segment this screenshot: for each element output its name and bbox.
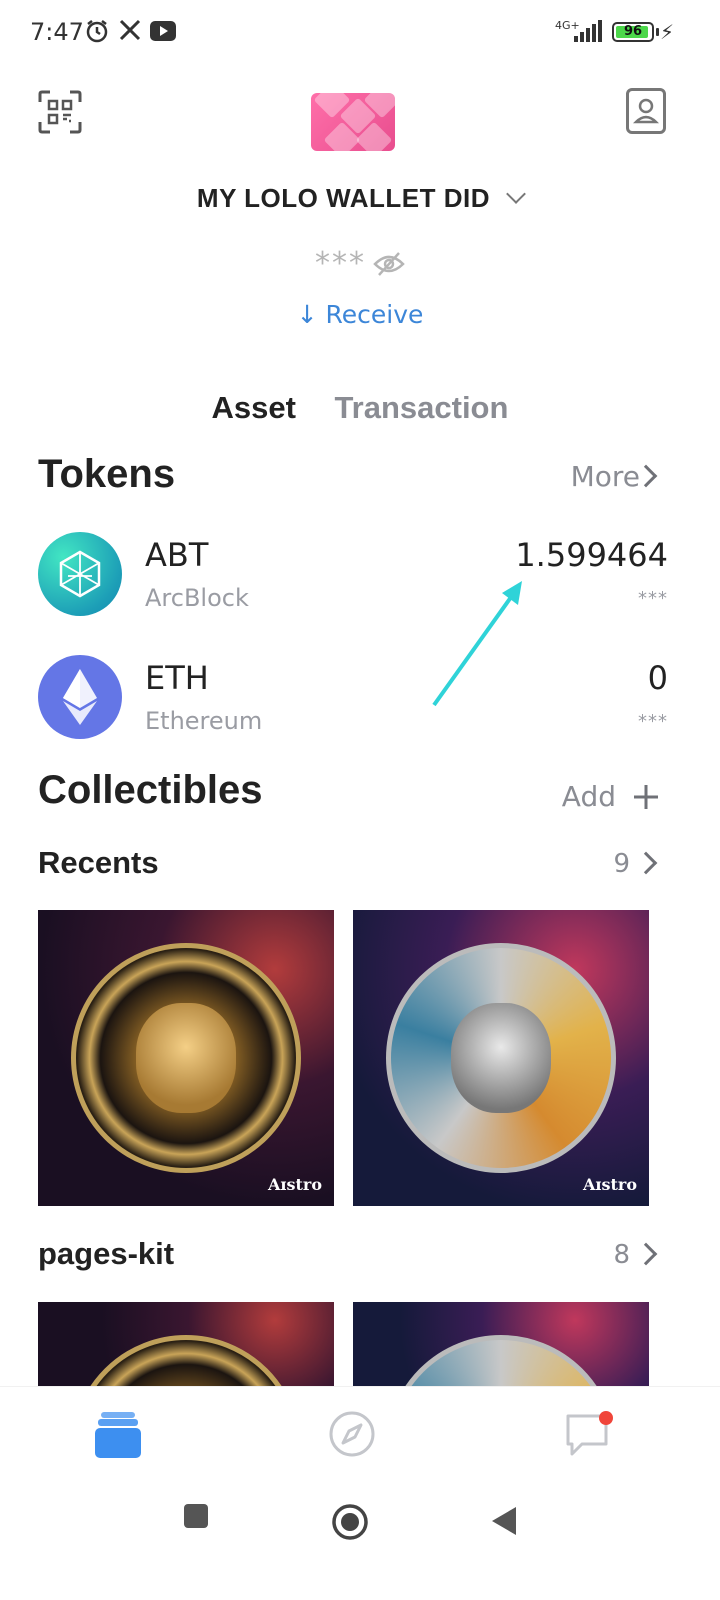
wallet-name: MY LOLO WALLET DID (196, 183, 490, 213)
balance-toggle[interactable]: *** (0, 246, 720, 281)
collectible-card[interactable] (38, 1302, 334, 1392)
qr-scan-icon[interactable] (38, 90, 82, 134)
tab-asset[interactable]: Asset (212, 390, 296, 426)
token-row-abt[interactable]: ABT ArcBlock 1.599464 *** (38, 532, 668, 622)
token-symbol: ETH (145, 659, 209, 697)
collectible-card[interactable]: Aɪstro (353, 910, 649, 1206)
recent-apps-icon[interactable] (182, 1502, 210, 1530)
signal-icon (574, 20, 602, 42)
home-icon[interactable] (331, 1503, 369, 1541)
group-pages-kit-heading: pages-kit (38, 1236, 175, 1271)
token-name: Ethereum (145, 707, 263, 735)
eye-off-icon[interactable] (373, 251, 405, 277)
token-fiat-masked: *** (638, 588, 668, 609)
tokens-heading: Tokens (38, 452, 176, 496)
tab-transaction[interactable]: Transaction (334, 390, 508, 426)
x-logo-icon (119, 19, 141, 41)
charging-icon: ⚡ (660, 20, 675, 44)
annotation-arrow (432, 581, 522, 707)
nft-image (386, 943, 616, 1173)
battery-level: 96 (623, 24, 643, 39)
compass-icon[interactable] (328, 1410, 376, 1458)
wallet-icon[interactable] (95, 1408, 141, 1460)
youtube-icon (150, 21, 176, 41)
collectible-card[interactable]: Aɪstro (38, 910, 334, 1206)
balance-masked: *** (314, 246, 366, 281)
nft-brand-label: Aɪstro (268, 1175, 322, 1194)
wallet-avatar[interactable] (311, 93, 395, 151)
ethereum-logo-icon (38, 655, 122, 739)
chevron-right-icon[interactable] (634, 1242, 658, 1266)
status-time: 7:47 (30, 18, 84, 46)
nft-brand-label: Aɪstro (583, 1175, 637, 1194)
nft-image (386, 1335, 616, 1392)
chevron-right-icon[interactable] (634, 851, 658, 875)
asset-tabs: Asset Transaction (0, 390, 720, 426)
battery-nub (656, 28, 659, 36)
collectibles-add-link[interactable]: Add (562, 780, 616, 813)
arcblock-logo-icon (38, 532, 122, 616)
receive-button[interactable]: ↓ Receive (0, 300, 720, 329)
collectibles-heading: Collectibles (38, 768, 263, 812)
chat-icon[interactable] (564, 1408, 614, 1458)
token-row-eth[interactable]: ETH Ethereum 0 *** (38, 655, 668, 745)
token-amount: 1.599464 (515, 536, 668, 574)
profile-icon[interactable] (626, 88, 666, 134)
alarm-icon (86, 20, 108, 43)
wallet-selector[interactable]: MY LOLO WALLET DID (0, 183, 720, 219)
group-recents-count[interactable]: 9 (613, 849, 630, 879)
token-symbol: ABT (145, 536, 209, 574)
battery-icon: 96 (612, 22, 654, 42)
token-amount: 0 (647, 659, 668, 697)
chevron-down-icon (506, 184, 526, 204)
collectible-card[interactable] (353, 1302, 649, 1392)
nft-image (71, 1335, 301, 1392)
plus-icon[interactable] (632, 783, 660, 811)
group-pages-kit-count[interactable]: 8 (613, 1240, 630, 1270)
tokens-more-link[interactable]: More (571, 460, 640, 493)
token-name: ArcBlock (145, 584, 249, 612)
status-bar: 7:47 4G+ 96 ⚡ (0, 0, 720, 64)
token-fiat-masked: *** (638, 711, 668, 732)
nft-image (71, 943, 301, 1173)
group-recents-heading: Recents (38, 845, 159, 880)
back-icon[interactable] (490, 1505, 518, 1537)
